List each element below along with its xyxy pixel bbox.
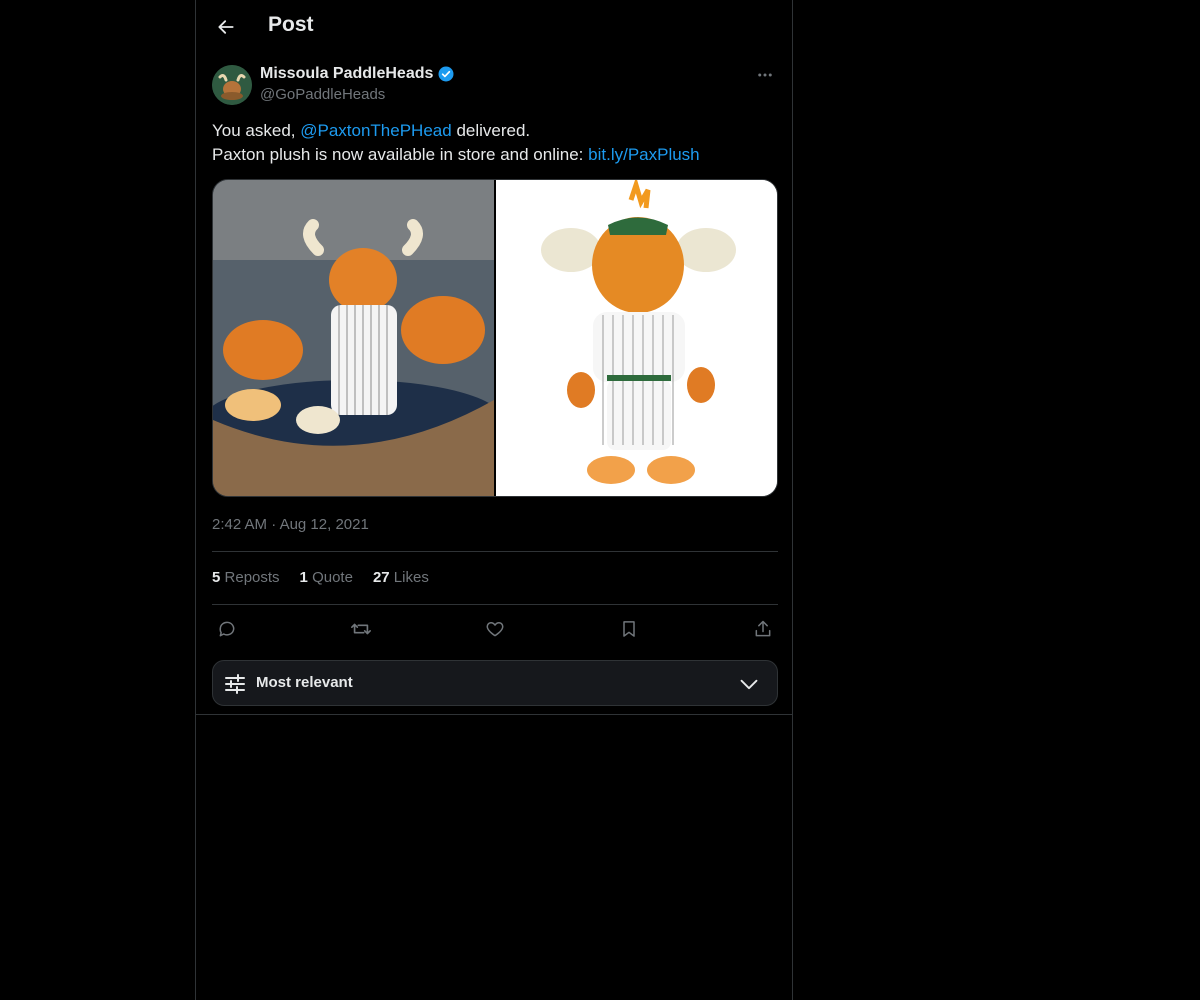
quotes-count: 1 bbox=[299, 569, 308, 586]
repost-icon bbox=[351, 623, 371, 635]
post-column: Post Missoula PaddleHeads @GoPaddleHeads bbox=[195, 0, 793, 1000]
quotes-stat[interactable]: 1 Quote bbox=[300, 569, 353, 586]
heart-icon bbox=[486, 622, 504, 637]
post-stats: 5 Reposts 1 Quote 27 Likes bbox=[212, 569, 429, 586]
reposts-label: Reposts bbox=[224, 569, 280, 586]
repost-button[interactable] bbox=[346, 614, 376, 644]
author-name[interactable]: Missoula PaddleHeads bbox=[260, 65, 433, 83]
divider bbox=[212, 604, 778, 605]
sort-replies-dropdown[interactable]: Most relevant bbox=[212, 660, 778, 706]
more-button[interactable] bbox=[752, 63, 778, 87]
page-title: Post bbox=[268, 13, 314, 36]
quotes-label: Quote bbox=[312, 569, 353, 586]
more-horizontal-icon bbox=[758, 73, 772, 77]
back-button[interactable] bbox=[208, 9, 244, 45]
reply-button[interactable] bbox=[212, 614, 242, 644]
post-text-line-1: You asked, @PaxtonThePHead delivered. bbox=[212, 119, 778, 143]
post-time[interactable]: 2:42 AM bbox=[212, 516, 267, 533]
mention-link[interactable]: @PaxtonThePHead bbox=[300, 121, 451, 140]
sort-label: Most relevant bbox=[256, 674, 353, 691]
paxton-plush-illustration bbox=[496, 180, 777, 496]
post-author: Missoula PaddleHeads @GoPaddleHeads bbox=[212, 65, 778, 107]
bookmark-button[interactable] bbox=[614, 614, 644, 644]
likes-stat[interactable]: 27 Likes bbox=[373, 569, 429, 586]
verified-badge-icon bbox=[437, 65, 455, 83]
avatar[interactable] bbox=[212, 65, 252, 105]
basket-plush-illustration bbox=[213, 180, 494, 496]
media-image-basket-plush[interactable] bbox=[213, 180, 494, 496]
arrow-left-icon bbox=[218, 20, 234, 34]
author-name-row: Missoula PaddleHeads bbox=[260, 65, 455, 83]
reposts-stat[interactable]: 5 Reposts bbox=[212, 569, 280, 586]
media-image-paxton-plush[interactable] bbox=[496, 180, 777, 496]
post-header: Post bbox=[196, 0, 794, 54]
post-text-segment: Paxton plush is now available in store a… bbox=[212, 145, 584, 164]
likes-label: Likes bbox=[393, 569, 429, 586]
reply-icon bbox=[219, 621, 235, 637]
share-button[interactable] bbox=[748, 614, 778, 644]
sliders-icon bbox=[225, 674, 245, 694]
post-media bbox=[212, 179, 778, 497]
url-link[interactable]: bit.ly/PaxPlush bbox=[588, 145, 700, 164]
timestamp-separator: · bbox=[271, 516, 277, 533]
author-handle[interactable]: @GoPaddleHeads bbox=[260, 86, 385, 103]
post-text-line-2: Paxton plush is now available in store a… bbox=[212, 143, 778, 167]
post-text-segment: delivered. bbox=[456, 121, 531, 140]
post-actions bbox=[212, 614, 778, 644]
post-timestamp: 2:42 AM · Aug 12, 2021 bbox=[212, 516, 369, 533]
post-text: You asked, @PaxtonThePHead delivered. Pa… bbox=[212, 119, 778, 167]
post-date[interactable]: Aug 12, 2021 bbox=[280, 516, 369, 533]
reposts-count: 5 bbox=[212, 569, 221, 586]
share-icon bbox=[755, 620, 771, 637]
bookmark-icon bbox=[623, 621, 635, 637]
avatar-moose-logo bbox=[212, 65, 252, 105]
divider bbox=[196, 714, 792, 715]
like-button[interactable] bbox=[480, 614, 510, 644]
chevron-down-icon bbox=[740, 679, 758, 690]
divider bbox=[212, 551, 778, 552]
likes-count: 27 bbox=[372, 569, 390, 586]
post-text-segment: You asked, bbox=[212, 121, 296, 140]
